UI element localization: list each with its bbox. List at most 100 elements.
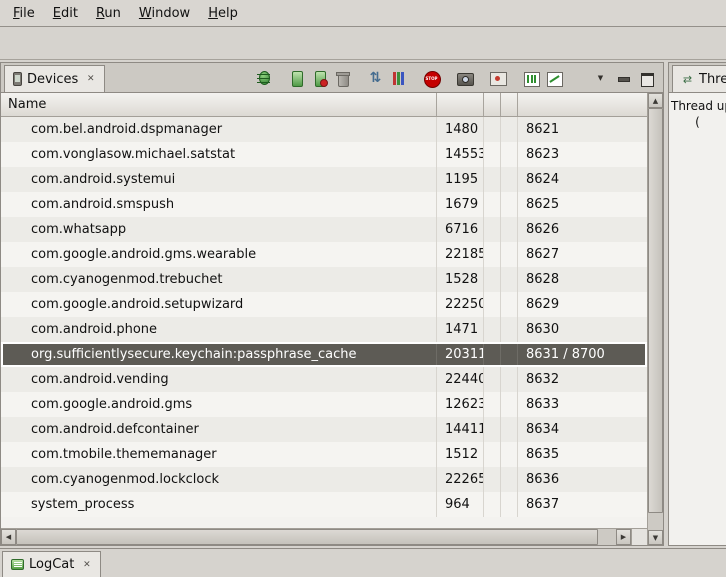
start-method-profiling-icon[interactable]	[388, 68, 409, 88]
process-name: org.sufficientlysecure.keychain:passphra…	[1, 342, 437, 367]
toolbar-separator	[411, 78, 419, 79]
cell-spacer	[501, 417, 518, 442]
process-row[interactable]: com.android.systemui11958624	[1, 167, 647, 192]
debug-icon[interactable]	[253, 68, 274, 88]
update-threads-icon[interactable]	[365, 68, 386, 88]
menu-file[interactable]: File	[4, 2, 44, 25]
devices-view-toolbar	[253, 63, 657, 93]
tab-logcat[interactable]: LogCat	[2, 551, 101, 577]
cell-spacer	[484, 242, 501, 267]
screen-record-icon[interactable]	[487, 68, 508, 88]
process-row[interactable]: com.google.android.gms.wearable221858627	[1, 242, 647, 267]
process-table-columns: Name com.bel.android.dspmanager14808621c…	[1, 93, 647, 545]
vertical-scroll-track[interactable]	[648, 108, 663, 530]
screen-capture-icon[interactable]	[454, 68, 475, 88]
stop-process-icon[interactable]	[421, 68, 442, 88]
process-row[interactable]: com.android.vending224408632	[1, 367, 647, 392]
process-name: com.cyanogenmod.trebuchet	[1, 267, 437, 292]
cell-spacer	[501, 342, 518, 367]
column-header-name[interactable]: Name	[1, 93, 437, 116]
dump-hprof-icon[interactable]	[309, 68, 330, 88]
process-row[interactable]: com.android.defcontainer144118634	[1, 417, 647, 442]
scroll-left-button[interactable]	[1, 529, 16, 545]
threads-message: Thread up (	[669, 93, 726, 545]
main-toolbar	[0, 27, 726, 60]
process-name: com.google.android.gms	[1, 392, 437, 417]
process-port: 8623	[518, 142, 647, 167]
process-row[interactable]: com.bel.android.dspmanager14808621	[1, 117, 647, 142]
process-row[interactable]: com.cyanogenmod.lockclock222658636	[1, 467, 647, 492]
toolbar-separator	[355, 78, 363, 79]
process-row[interactable]: com.android.phone14718630	[1, 317, 647, 342]
horizontal-scroll-thumb[interactable]	[16, 529, 598, 545]
cell-spacer	[484, 167, 501, 192]
process-name: com.android.smspush	[1, 192, 437, 217]
devices-view: Devices Name com.bel.android.dspmanager1…	[0, 62, 664, 546]
process-port: 8631 / 8700	[518, 342, 647, 367]
process-port: 8630	[518, 317, 647, 342]
column-header-spacer[interactable]	[484, 93, 501, 116]
cell-spacer	[501, 142, 518, 167]
process-name: com.bel.android.dspmanager	[1, 117, 437, 142]
tab-threads[interactable]: Threads	[672, 65, 726, 92]
cell-spacer	[501, 242, 518, 267]
menu-edit[interactable]: Edit	[44, 2, 87, 25]
process-row[interactable]: com.whatsapp67168626	[1, 217, 647, 242]
process-port: 8627	[518, 242, 647, 267]
process-pid: 1512	[437, 442, 484, 467]
process-pid: 22250	[437, 292, 484, 317]
process-name: com.vonglasow.michael.satstat	[1, 142, 437, 167]
maximize-icon[interactable]	[636, 68, 657, 88]
close-icon[interactable]	[81, 559, 92, 570]
menu-help[interactable]: Help	[199, 2, 247, 25]
horizontal-scrollbar[interactable]	[1, 528, 647, 545]
process-row[interactable]: com.vonglasow.michael.satstat14553 8623	[1, 142, 647, 167]
process-port: 8629	[518, 292, 647, 317]
scroll-right-button[interactable]	[616, 529, 631, 545]
process-row[interactable]: com.cyanogenmod.trebuchet15288628	[1, 267, 647, 292]
threads-tabbar: Threads	[669, 63, 726, 93]
view-menu-icon[interactable]	[590, 68, 611, 88]
process-row[interactable]: org.sufficientlysecure.keychain:passphra…	[1, 342, 647, 367]
process-row[interactable]: com.tmobile.thememanager15128635	[1, 442, 647, 467]
vertical-scroll-thumb[interactable]	[648, 108, 663, 513]
tab-devices[interactable]: Devices	[4, 65, 105, 92]
menu-run[interactable]: Run	[87, 2, 130, 25]
process-rows: com.bel.android.dspmanager14808621com.vo…	[1, 117, 647, 528]
cell-spacer	[484, 342, 501, 367]
cell-spacer	[501, 392, 518, 417]
update-heap-icon[interactable]	[286, 68, 307, 88]
column-header-spacer[interactable]	[501, 93, 518, 116]
minimize-icon[interactable]	[613, 68, 634, 88]
process-port: 8626	[518, 217, 647, 242]
vertical-scrollbar[interactable]	[647, 93, 663, 545]
column-header-pid[interactable]	[437, 93, 484, 116]
process-row[interactable]: com.google.android.gms126238633	[1, 392, 647, 417]
process-port: 8624	[518, 167, 647, 192]
menu-window[interactable]: Window	[130, 2, 199, 25]
start-opengl-trace-icon[interactable]	[543, 68, 564, 88]
cause-gc-icon[interactable]	[332, 68, 353, 88]
cell-spacer	[501, 117, 518, 142]
cell-spacer	[501, 217, 518, 242]
tab-logcat-label: LogCat	[29, 557, 74, 572]
cell-spacer	[484, 267, 501, 292]
scroll-up-button[interactable]	[648, 93, 663, 108]
process-pid: 964	[437, 492, 484, 517]
capture-systrace-icon[interactable]	[520, 68, 541, 88]
process-pid: 14553	[437, 142, 484, 167]
close-icon[interactable]	[85, 74, 96, 85]
scroll-down-button[interactable]	[648, 530, 663, 545]
process-name: com.android.systemui	[1, 167, 437, 192]
horizontal-scroll-track[interactable]	[16, 529, 616, 545]
process-name: com.tmobile.thememanager	[1, 442, 437, 467]
process-row[interactable]: com.android.smspush16798625	[1, 192, 647, 217]
process-row[interactable]: com.google.android.setupwizard222508629	[1, 292, 647, 317]
process-pid: 1679	[437, 192, 484, 217]
cell-spacer	[501, 192, 518, 217]
toolbar-separator	[444, 78, 452, 79]
devices-tabbar: Devices	[1, 63, 663, 93]
column-header-port[interactable]	[518, 93, 647, 116]
process-pid: 22265	[437, 467, 484, 492]
process-row[interactable]: system_process9648637	[1, 492, 647, 517]
